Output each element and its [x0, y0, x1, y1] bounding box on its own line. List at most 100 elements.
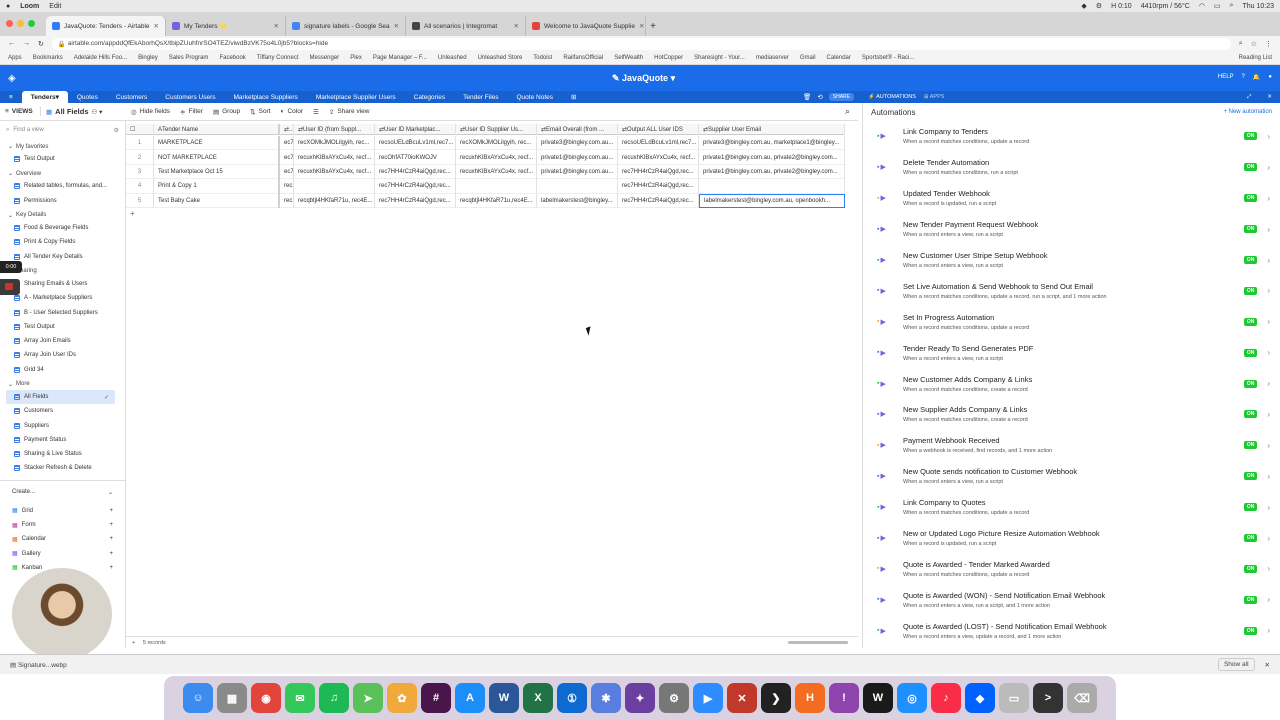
column-header[interactable]: ⇄ User ID Supplier Us...	[456, 124, 537, 135]
bookmark-item[interactable]: Unleashed Store	[478, 55, 523, 61]
chevron-right-icon[interactable]: ›	[1267, 626, 1270, 635]
table-cell[interactable]: Test Baby Cake	[154, 193, 280, 208]
table-cell[interactable]: recuxhKlBxAYxCu4x, recf...	[456, 164, 537, 180]
menu-edit[interactable]: Edit	[49, 3, 61, 10]
views-toggle[interactable]: ≡ VIEWS	[0, 108, 40, 115]
table-cell[interactable]: private1@bingley.com.au...	[537, 164, 618, 180]
back-icon[interactable]: ←	[8, 40, 15, 47]
bookmark-item[interactable]: Bookmarks	[33, 55, 63, 61]
status-badge[interactable]: ON	[1243, 626, 1258, 635]
table-cell[interactable]	[699, 179, 845, 194]
table-tab[interactable]: Marketplace Supplier Users	[307, 91, 405, 103]
excel-icon[interactable]: X	[523, 683, 553, 713]
browser-tab[interactable]: All scenarios | Integromat ✕	[406, 16, 526, 36]
status-badge[interactable]: ON	[1243, 441, 1258, 450]
status-badge[interactable]: ON	[1243, 379, 1258, 388]
bookmark-item[interactable]: Plex	[350, 55, 362, 61]
sidebar-view-item[interactable]: All Fields ✓	[6, 389, 115, 405]
wifi-icon[interactable]: ◠	[1199, 2, 1205, 10]
reading-list[interactable]: Reading List	[1239, 55, 1272, 61]
table-cell[interactable]: labelmakerstest@bingley...	[537, 193, 618, 208]
grid-search-icon[interactable]: ⌕	[845, 106, 850, 117]
automation-item[interactable]: ▪ ▶ New Supplier Adds Company & Links When …	[863, 399, 1280, 430]
chevron-right-icon[interactable]: ›	[1267, 472, 1270, 481]
battery-icon[interactable]: ▭	[1214, 2, 1221, 10]
sidebar-section-header[interactable]: ⌄ Overview	[0, 166, 125, 179]
sidebar-view-item[interactable]: Test Output	[0, 320, 125, 334]
download-item[interactable]: ▤ Signature...webp	[10, 661, 67, 669]
table-cell[interactable]: private1@bingley.com.au...	[537, 150, 618, 165]
table-cell[interactable]: NOT MARKETPLACE	[154, 150, 280, 165]
color-button[interactable]: ◐ Color	[276, 108, 308, 115]
table-cell[interactable]: ec7...	[280, 164, 294, 180]
1password-icon[interactable]: ①	[557, 683, 587, 713]
status-badge[interactable]: ON	[1243, 595, 1258, 604]
bookmark-item[interactable]: Sportsbet® - Raci...	[862, 55, 914, 61]
sidebar-view-item[interactable]: Food & Beverage Fields	[0, 221, 125, 235]
row-number[interactable]: 2	[126, 150, 154, 165]
table-cell[interactable]: recuxhKlBxAYxCu4x, recf...	[294, 150, 375, 165]
bookmark-item[interactable]: Gmail	[800, 55, 816, 61]
table-row[interactable]: 3 Test Marketplace Oct 15 ec7... recuxhKlBx…	[126, 164, 845, 180]
history-icon[interactable]: ⟲	[817, 93, 822, 101]
table-row[interactable]: 1 MARKETPLACE ec7... recXOMkJMOLilgyih, rec…	[126, 136, 845, 151]
status-badge[interactable]: ON	[1243, 503, 1258, 512]
automation-item[interactable]: ▪ ▶ Updated Tender Webhook When a record is…	[863, 183, 1280, 214]
table-cell[interactable]: private3@bingley.com.au, marketplace1@bi…	[699, 136, 845, 151]
chevron-right-icon[interactable]: ›	[1267, 595, 1270, 604]
bookmark-item[interactable]: SelfWealth	[614, 55, 643, 61]
bookmark-item[interactable]: Facebook	[219, 55, 245, 61]
zoom-window-icon[interactable]	[28, 20, 35, 27]
column-header[interactable]: ⇄ User ID Marketplac...	[375, 124, 456, 135]
automation-item[interactable]: ▪ ▶ Set Live Automation & Send Webhook to …	[863, 275, 1280, 306]
table-tab[interactable]: Tenders ▾	[21, 91, 68, 103]
menu-app-name[interactable]: Loom	[20, 3, 39, 10]
trash-icon[interactable]: 🗑	[803, 93, 811, 101]
close-download-bar-icon[interactable]: ✕	[1265, 661, 1270, 669]
table-cell[interactable]: rec7HH4rCzR4aiQgd,rec...	[618, 193, 699, 208]
sidebar-view-item[interactable]: Array Join User IDs	[0, 348, 125, 362]
apps-tab[interactable]: ⊞ APPS	[924, 94, 945, 100]
messages-icon[interactable]: ✉	[285, 683, 315, 713]
table-cell[interactable]: ec7...	[280, 150, 294, 165]
table-cell[interactable]: recuxhKlBxAYxCu4x, recf...	[618, 150, 699, 165]
create-view-header[interactable]: Create... ⌄	[0, 479, 125, 504]
automation-item[interactable]: ▪ ▶ Delete Tender Automation When a record …	[863, 152, 1280, 183]
sort-button[interactable]: ⇅ Sort	[245, 108, 275, 116]
system-prefs-icon[interactable]: ⚙	[659, 683, 689, 713]
scrivener-icon[interactable]: ✕	[727, 683, 757, 713]
table-cell[interactable]: recOhfAT70ioKWOJV	[375, 150, 456, 165]
bookmark-item[interactable]: Sharesight - Your...	[694, 55, 745, 61]
new-automation-button[interactable]: + New automation	[1223, 109, 1272, 115]
close-tab-icon[interactable]: ✕	[274, 22, 279, 30]
column-header[interactable]: A Tender Name	[154, 124, 280, 135]
minimize-window-icon[interactable]	[17, 20, 24, 27]
add-table-icon[interactable]: ⊞	[562, 91, 585, 103]
chrome-icon[interactable]: ◉	[251, 683, 281, 713]
plus-icon[interactable]: +	[109, 565, 113, 571]
table-cell[interactable]: recqbtjl4HKfaR71u,rec4E...	[456, 193, 537, 208]
automation-item[interactable]: ▪ ▶ Quote is Awarded (WON) - Send Notifica…	[863, 584, 1280, 615]
clock[interactable]: Thu 10:23	[1242, 3, 1274, 10]
find-view-input[interactable]: ⌕ Find a view ⚙	[6, 125, 119, 135]
help-icon[interactable]: ?	[1242, 74, 1245, 81]
view-switcher[interactable]: ▦ All Fields ⚇ ▾	[40, 107, 126, 116]
table-tab[interactable]: Customers	[107, 91, 156, 103]
automation-item[interactable]: ▪ ▶ Set In Progress Automation When a recor…	[863, 306, 1280, 337]
zoom-search-icon[interactable]: ⌕	[1239, 40, 1243, 48]
plus-icon[interactable]: +	[109, 551, 113, 557]
sidebar-view-item[interactable]: Payment Status	[0, 433, 125, 447]
chevron-right-icon[interactable]: ›	[1267, 534, 1270, 543]
bookmark-item[interactable]: Bingley	[138, 55, 158, 61]
apple-icon[interactable]: ●	[6, 3, 10, 10]
settings-gear-icon[interactable]: ✱	[591, 683, 621, 713]
sidebar-view-item[interactable]: Customers	[0, 404, 125, 418]
table-cell[interactable]: labelmakerstest@bingley.com.au, openbook…	[699, 193, 845, 208]
chevron-right-icon[interactable]: ›	[1267, 441, 1270, 450]
table-tab[interactable]: Categories	[405, 91, 454, 103]
bookmark-item[interactable]: Adelaide Hills Foo...	[74, 55, 127, 61]
chevron-right-icon[interactable]: ›	[1267, 564, 1270, 573]
table-row[interactable]: 5 Test Baby Cake rec... recqbtjl4HKfaR71u, …	[126, 193, 845, 208]
close-tab-icon[interactable]: ✕	[154, 22, 159, 30]
automation-item[interactable]: ▪ ▶ Quote is Awarded - Tender Marked Award…	[863, 553, 1280, 584]
